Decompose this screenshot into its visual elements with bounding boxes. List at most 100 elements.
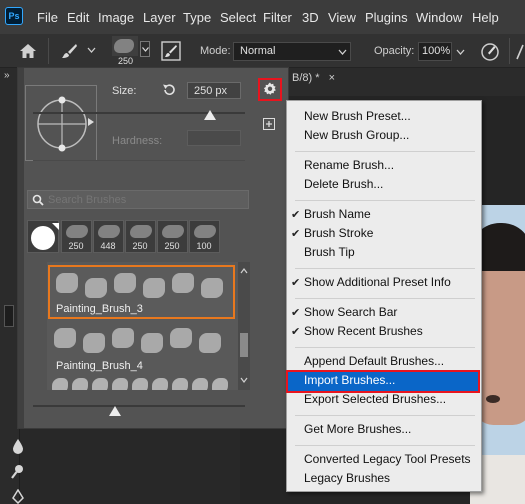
brush-stroke-preview	[132, 378, 148, 390]
recent-brush-size: 250	[164, 241, 180, 251]
opacity-label: Opacity:	[374, 45, 415, 57]
menu-type[interactable]: Type	[183, 10, 211, 25]
brush-list-item[interactable]	[48, 376, 235, 390]
pen-tool-icon[interactable]	[11, 489, 25, 504]
menu-item-brush-name[interactable]: Brush Name	[304, 207, 371, 221]
options-divider	[509, 38, 510, 64]
search-box[interactable]	[27, 190, 249, 209]
scrollbar-thumb[interactable]	[240, 333, 248, 357]
brush-stroke-preview	[98, 225, 120, 238]
menu-item-append-default-brushes[interactable]: Append Default Brushes...	[304, 354, 444, 368]
menu-file[interactable]: File	[37, 10, 58, 25]
brush-stroke-preview	[83, 333, 105, 353]
menu-view[interactable]: View	[328, 10, 356, 25]
brush-tip-preview[interactable]	[25, 85, 97, 161]
hardness-input[interactable]	[187, 130, 241, 146]
brush-stroke-preview	[194, 225, 216, 238]
collapse-icon[interactable]: »	[4, 70, 10, 81]
brush-stroke-preview	[85, 278, 107, 298]
options-divider	[48, 38, 49, 64]
menu-item-export-selected-brushes[interactable]: Export Selected Brushes...	[304, 392, 446, 406]
chevron-down-icon[interactable]	[240, 377, 248, 383]
menu-separator	[295, 298, 475, 299]
menu-plugins[interactable]: Plugins	[365, 10, 408, 25]
menu-filter[interactable]: Filter	[263, 10, 292, 25]
brush-stroke-preview	[114, 273, 136, 293]
recent-brush-round[interactable]	[27, 220, 59, 253]
brush-size-label: 250	[118, 56, 134, 66]
reset-icon[interactable]	[162, 83, 176, 97]
photoshop-logo: Ps	[5, 7, 23, 25]
plus-box-icon[interactable]	[263, 118, 275, 130]
preview-size-slider-thumb[interactable]	[109, 406, 121, 416]
recent-brush-size: 250	[68, 241, 84, 251]
menu-image[interactable]: Image	[98, 10, 134, 25]
menu-item-legacy-brushes[interactable]: Legacy Brushes	[304, 471, 390, 485]
brush-stroke-preview	[130, 225, 152, 238]
brush-picker-toggle[interactable]	[140, 41, 150, 57]
menu-select[interactable]: Select	[220, 10, 256, 25]
chevron-down-icon	[338, 49, 347, 55]
recent-brush-size: 250	[132, 241, 148, 251]
size-input[interactable]: 250 px	[187, 82, 241, 99]
menu-separator	[295, 151, 475, 152]
brush-settings-icon[interactable]	[161, 41, 181, 61]
panel-edge	[18, 68, 24, 428]
brush-list-indent	[27, 262, 47, 390]
preview-size-slider-track[interactable]	[33, 405, 245, 407]
brush-list-scrollbar[interactable]	[238, 262, 250, 390]
gear-icon[interactable]	[263, 82, 277, 96]
brush-stroke-preview	[112, 328, 134, 348]
menu-item-new-brush-group[interactable]: New Brush Group...	[304, 128, 409, 142]
brush-stroke-preview	[201, 278, 223, 298]
brush-icon[interactable]	[60, 42, 78, 60]
menu-item-import-brushes[interactable]: Import Brushes...	[304, 373, 395, 387]
menu-layer[interactable]: Layer	[143, 10, 176, 25]
tool-slot[interactable]	[4, 305, 14, 327]
brush-stroke-preview	[112, 378, 128, 390]
document-tab[interactable]: B/8) * ×	[292, 72, 335, 84]
size-slider-thumb[interactable]	[204, 110, 216, 120]
search-input[interactable]	[48, 192, 244, 207]
menu-item-get-more-brushes[interactable]: Get More Brushes...	[304, 422, 411, 436]
check-icon: ✔	[291, 277, 301, 289]
opacity-input[interactable]: 100%	[418, 42, 452, 61]
hardness-slider-track[interactable]	[33, 160, 245, 161]
menu-item-show-search-bar[interactable]: Show Search Bar	[304, 305, 397, 319]
blur-tool-icon[interactable]	[11, 438, 25, 454]
chevron-down-icon[interactable]	[456, 49, 465, 55]
menu-item-show-additional-preset-info[interactable]: Show Additional Preset Info	[304, 275, 451, 289]
brush-stroke-preview	[72, 378, 88, 390]
home-icon[interactable]	[19, 43, 37, 59]
mode-select[interactable]: Normal	[233, 42, 351, 61]
menu-item-delete-brush[interactable]: Delete Brush...	[304, 177, 383, 191]
menu-item-converted-legacy-tool-presets[interactable]: Converted Legacy Tool Presets	[304, 452, 471, 466]
play-arrow-icon[interactable]	[88, 118, 94, 126]
chevron-up-icon[interactable]	[240, 268, 248, 274]
chevron-down-icon[interactable]	[87, 47, 96, 53]
menu-3d[interactable]: 3D	[302, 10, 319, 25]
menu-window[interactable]: Window	[416, 10, 462, 25]
document-tab-title: B/8) *	[292, 72, 320, 84]
menu-item-show-recent-brushes[interactable]: Show Recent Brushes	[304, 324, 423, 338]
menu-help[interactable]: Help	[472, 10, 499, 25]
menu-separator	[295, 347, 475, 348]
menu-item-brush-tip[interactable]: Brush Tip	[304, 245, 355, 259]
close-icon[interactable]: ×	[329, 72, 335, 84]
brush-stroke-preview	[152, 378, 168, 390]
menu-edit[interactable]: Edit	[67, 10, 89, 25]
brush-preset-picker[interactable]	[112, 36, 138, 56]
menu-item-rename-brush[interactable]: Rename Brush...	[304, 158, 394, 172]
size-label: Size:	[112, 85, 137, 97]
check-icon: ✔	[291, 228, 301, 240]
dodge-tool-icon[interactable]	[11, 464, 25, 480]
airbrush-icon[interactable]	[515, 43, 525, 61]
brush-name: Painting_Brush_4	[56, 360, 143, 372]
menu-item-new-brush-preset[interactable]: New Brush Preset...	[304, 109, 411, 123]
menu-item-brush-stroke[interactable]: Brush Stroke	[304, 226, 373, 240]
brush-stroke-preview	[172, 273, 194, 293]
chevron-down-icon	[142, 47, 149, 52]
brush-stroke-preview	[199, 333, 221, 353]
check-icon: ✔	[291, 209, 301, 221]
pressure-icon[interactable]	[480, 42, 500, 62]
